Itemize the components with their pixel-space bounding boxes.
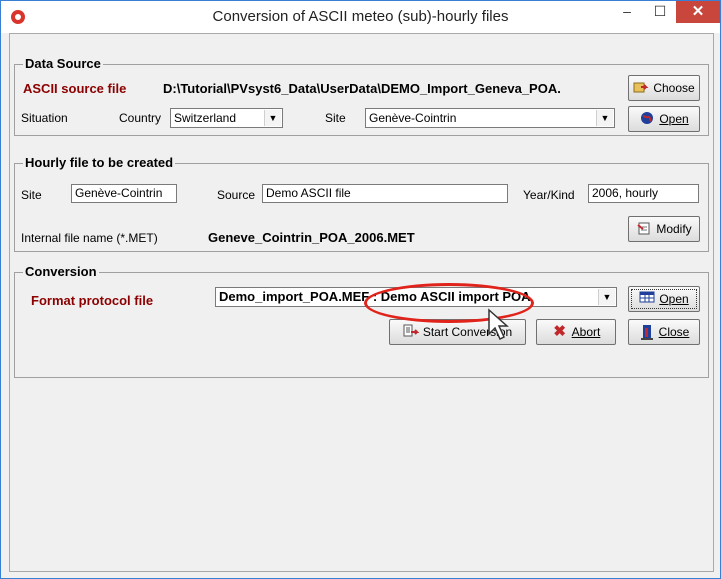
close-button[interactable]: Close — [628, 319, 700, 345]
minimize-button[interactable]: – — [613, 3, 641, 27]
open-format-button-label: Open — [659, 292, 689, 306]
internal-file-label: Internal file name (*.MET) — [21, 231, 158, 245]
close-window-button[interactable]: ✕ — [676, 1, 720, 23]
convert-icon — [403, 324, 420, 340]
country-value: Switzerland — [174, 111, 237, 125]
exit-door-icon — [639, 324, 655, 340]
globe-icon — [639, 111, 655, 127]
modify-button-label: Modify — [656, 222, 692, 236]
chevron-down-icon[interactable]: ▼ — [596, 110, 613, 126]
hourly-file-legend: Hourly file to be created — [23, 155, 176, 170]
format-protocol-select[interactable]: Demo_import_POA.MEF : Demo ASCII import … — [215, 287, 617, 307]
modify-button[interactable]: Modify — [628, 216, 700, 242]
close-button-label: Close — [658, 325, 690, 339]
conversion-legend: Conversion — [23, 264, 99, 279]
choose-button[interactable]: Choose — [628, 75, 700, 101]
format-protocol-label: Format protocol file — [31, 293, 154, 308]
maximize-button[interactable]: ☐ — [646, 3, 674, 27]
open-format-button[interactable]: Open — [628, 286, 700, 312]
hourly-site-input[interactable]: Genève-Cointrin — [71, 184, 177, 203]
table-icon — [639, 291, 655, 307]
site-label: Site — [325, 111, 346, 125]
country-label: Country — [119, 111, 162, 125]
mouse-cursor-icon — [488, 308, 509, 341]
format-protocol-value: Demo_import_POA.MEF : Demo ASCII import … — [219, 289, 531, 304]
site-select[interactable]: Genève-Cointrin ▼ — [365, 108, 615, 128]
chevron-down-icon[interactable]: ▼ — [264, 110, 281, 126]
abort-button[interactable]: ✖ Abort — [536, 319, 616, 345]
hourly-file-group: Hourly file to be created Site Genève-Co… — [14, 155, 709, 252]
data-source-legend: Data Source — [23, 56, 103, 71]
abort-button-label: Abort — [571, 325, 601, 339]
situation-label: Situation — [21, 111, 68, 125]
open-site-button-label: Open — [659, 112, 689, 126]
dialog-body: Data Source ASCII source file D:\Tutoria… — [9, 33, 714, 572]
source-label: Source — [217, 188, 256, 202]
source-input[interactable]: Demo ASCII file — [262, 184, 508, 203]
internal-file-name: Geneve_Cointrin_POA_2006.MET — [208, 230, 415, 245]
edit-icon — [636, 221, 652, 237]
data-source-group: Data Source ASCII source file D:\Tutoria… — [14, 56, 709, 136]
yearkind-label: Year/Kind — [523, 188, 575, 202]
conversion-group: Conversion Format protocol file Demo_imp… — [14, 264, 709, 378]
yearkind-input[interactable]: 2006, hourly — [588, 184, 699, 203]
open-site-button[interactable]: Open — [628, 106, 700, 132]
country-select[interactable]: Switzerland ▼ — [170, 108, 283, 128]
x-icon: ✖ — [553, 323, 566, 340]
hourly-site-label: Site — [21, 188, 42, 202]
conversion-window: Conversion of ASCII meteo (sub)-hourly f… — [0, 0, 721, 579]
site-value: Genève-Cointrin — [369, 111, 457, 125]
chevron-down-icon[interactable]: ▼ — [598, 289, 615, 305]
choose-button-label: Choose — [653, 81, 695, 95]
ascii-source-path: D:\Tutorial\PVsyst6_Data\UserData\DEMO_I… — [163, 81, 561, 96]
title-bar[interactable]: Conversion of ASCII meteo (sub)-hourly f… — [1, 1, 720, 33]
folder-arrow-icon — [633, 80, 649, 96]
ascii-source-label: ASCII source file — [23, 81, 127, 96]
